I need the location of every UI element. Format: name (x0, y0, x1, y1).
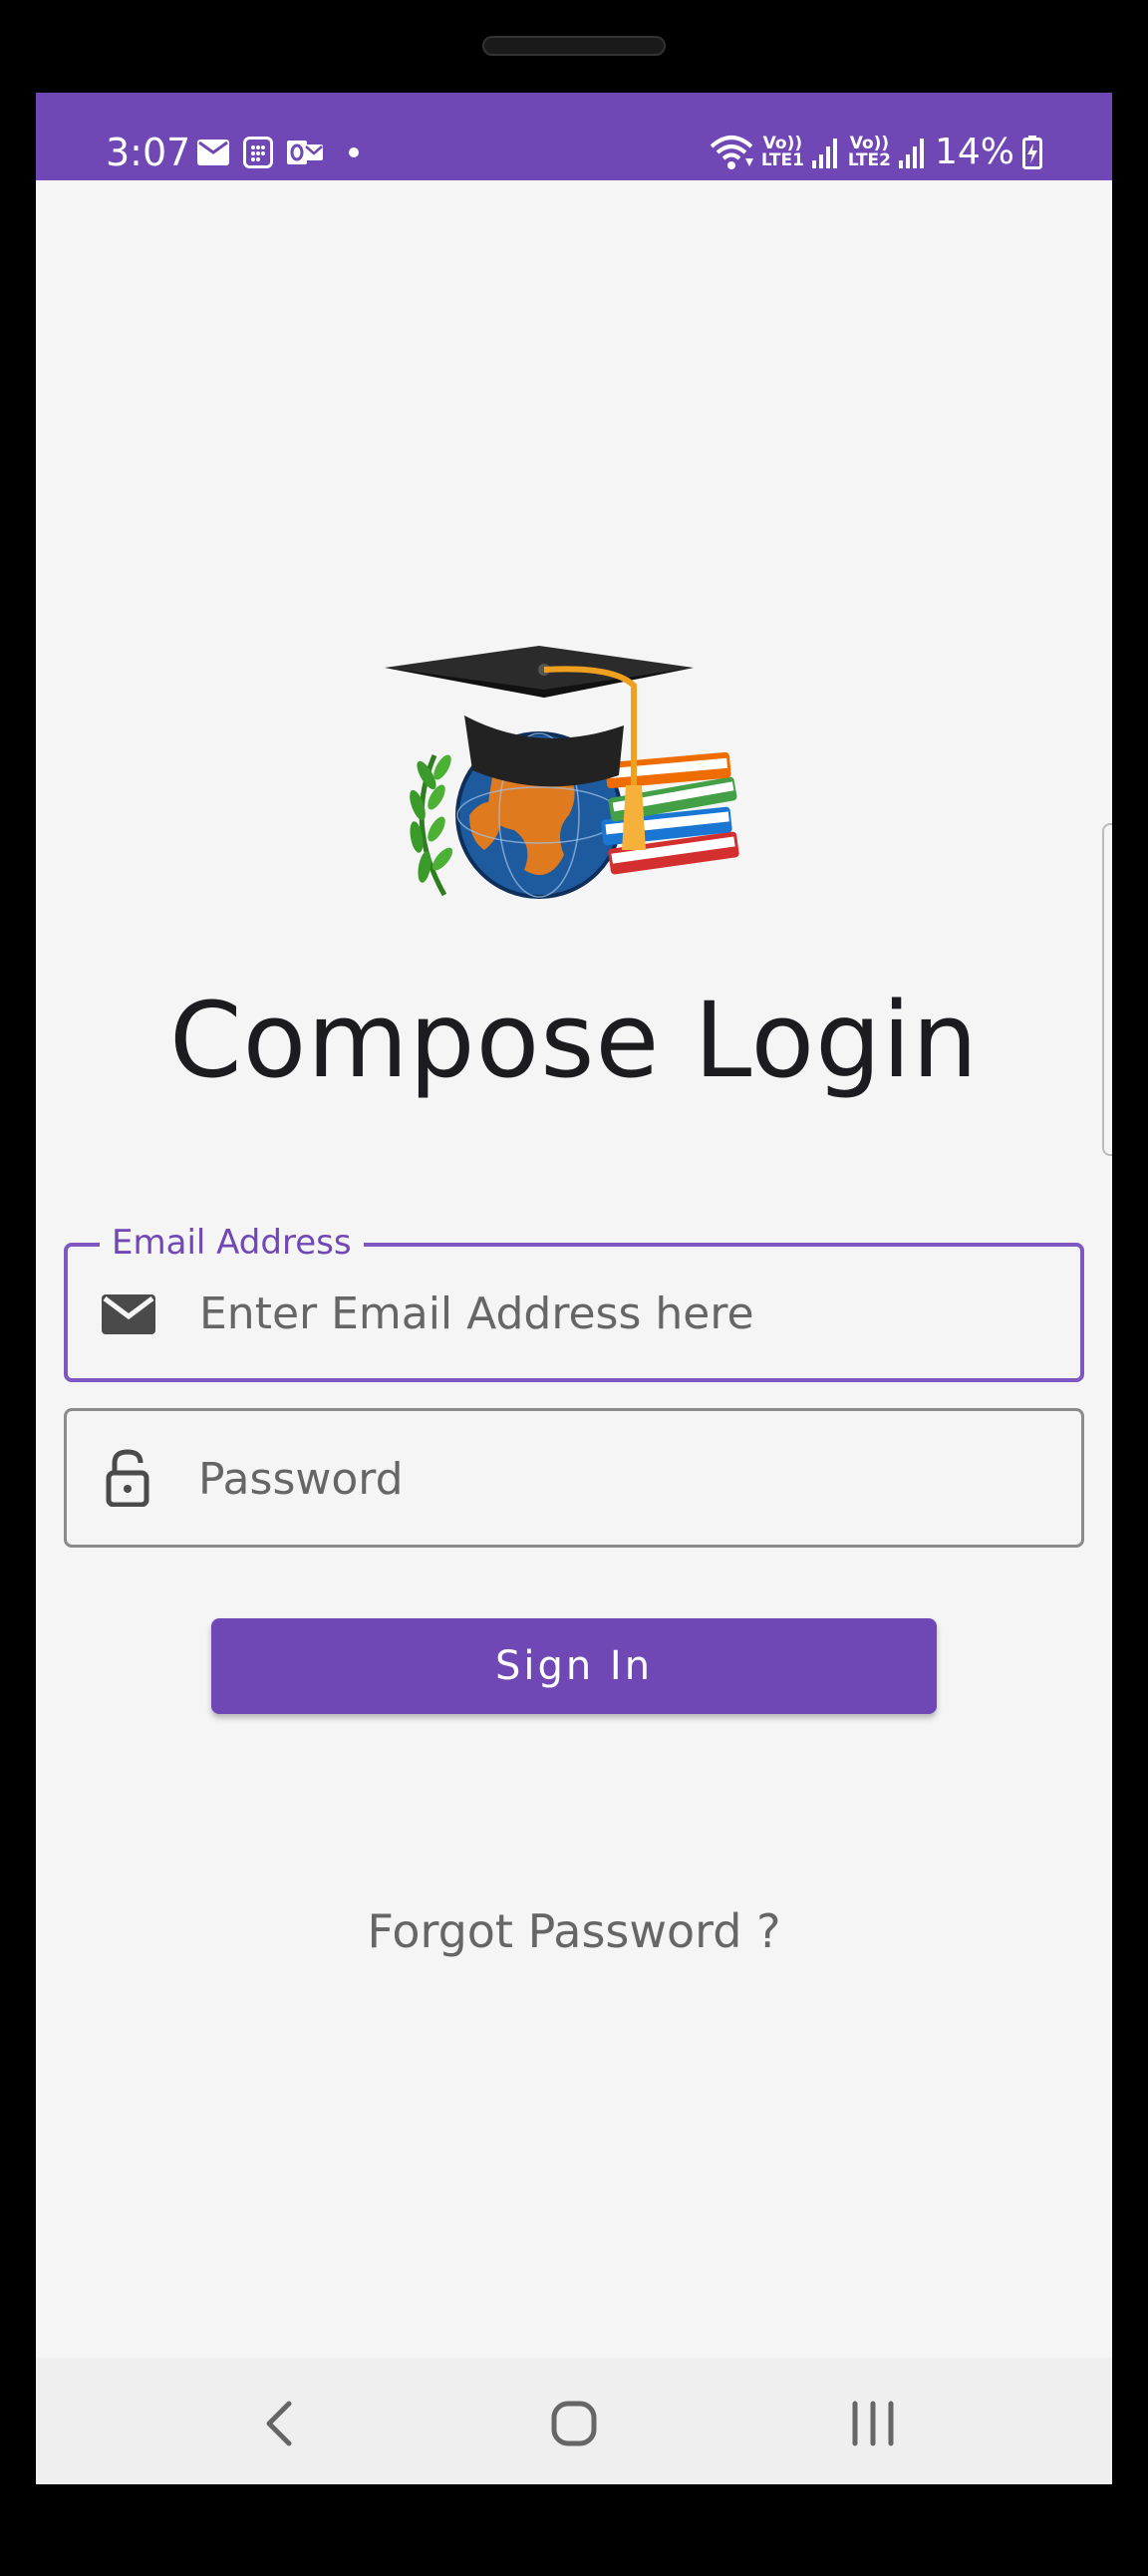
signal-lte1-icon (811, 139, 837, 168)
email-field[interactable]: Email Address (64, 1221, 1084, 1382)
battery-charging-icon (1022, 136, 1042, 169)
status-notification-icons (197, 137, 361, 168)
sign-in-button[interactable]: Sign In (211, 1618, 937, 1714)
speaker-grille (482, 36, 666, 56)
mail-icon (197, 140, 229, 165)
wifi-icon (710, 136, 753, 169)
signal-lte2-icon (898, 139, 924, 168)
battery-percent: 14% (934, 132, 1014, 172)
lte1-label: Vo)) LTE1 (760, 134, 804, 170)
books-icon (601, 751, 739, 875)
navigation-bar (36, 2358, 1112, 2484)
back-icon[interactable] (251, 2394, 311, 2453)
forgot-password-link[interactable]: Forgot Password ? (36, 1904, 1112, 1958)
password-input[interactable] (196, 1411, 1057, 1547)
lock-open-icon (106, 1449, 149, 1507)
home-icon[interactable] (544, 2394, 604, 2453)
phone-frame: 3:07 Vo)) LTE1 Vo)) LTE2 14% Compose Log… (0, 0, 1148, 2576)
graduation-logo (385, 646, 739, 899)
mail-icon (102, 1294, 155, 1334)
password-field[interactable] (64, 1408, 1084, 1548)
status-system-icons: Vo)) LTE1 Vo)) LTE2 14% (710, 133, 1042, 172)
laurel-icon (410, 754, 453, 897)
dot-icon (349, 147, 359, 157)
lte2-label: Vo)) LTE2 (847, 134, 891, 170)
sim-card-icon (243, 137, 273, 168)
screen: 3:07 Vo)) LTE1 Vo)) LTE2 14% Compose Log… (36, 93, 1112, 2484)
recents-icon[interactable] (843, 2394, 903, 2453)
email-input[interactable] (197, 1247, 1058, 1380)
status-bar: 3:07 Vo)) LTE1 Vo)) LTE2 14% (36, 93, 1112, 180)
app-title: Compose Login (169, 980, 979, 1101)
outlook-icon (287, 141, 323, 164)
bottom-bezel (0, 2484, 1148, 2576)
status-time: 3:07 (106, 131, 191, 174)
